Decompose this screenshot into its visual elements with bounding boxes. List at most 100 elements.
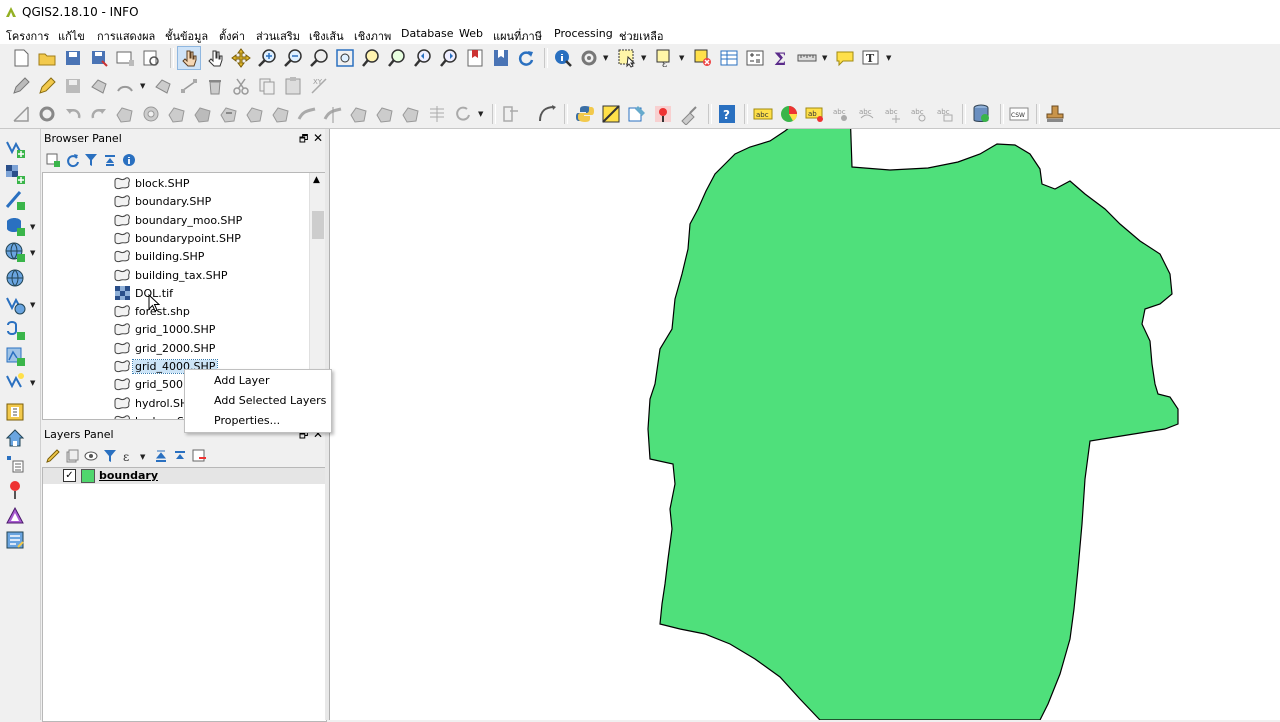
menu-processing[interactable]: Processing xyxy=(554,27,613,40)
add-ring-icon[interactable] xyxy=(140,103,162,125)
digitize-with-segment-icon[interactable]: XY xyxy=(308,75,330,97)
chevron-down-icon[interactable]: ▼ xyxy=(30,223,35,231)
layer-visibility-checkbox[interactable]: ✓ xyxy=(63,469,76,482)
manage-themes-icon[interactable] xyxy=(83,448,99,464)
new-project-icon[interactable] xyxy=(10,47,32,69)
layer-symbol-swatch[interactable] xyxy=(81,469,95,483)
chevron-down-icon[interactable]: ▼ xyxy=(679,54,684,62)
statistical-summary-icon[interactable]: Σ xyxy=(770,47,792,69)
diagram-options-icon[interactable] xyxy=(778,103,800,125)
python-console-icon[interactable] xyxy=(574,103,596,125)
add-selected-layers-menu-item[interactable]: Add Selected Layers xyxy=(214,394,326,407)
zoom-native-icon[interactable] xyxy=(308,47,330,69)
open-field-calculator-icon[interactable] xyxy=(744,47,766,69)
menu-raster[interactable]: เชิงภาพ xyxy=(354,27,391,45)
chevron-down-icon[interactable]: ▼ xyxy=(140,82,145,90)
menu-web[interactable]: Web xyxy=(459,27,483,40)
identify-features-icon[interactable] xyxy=(552,47,574,69)
plugin-tax-map-icon[interactable] xyxy=(4,401,26,423)
chevron-down-icon[interactable]: ▼ xyxy=(603,54,608,62)
zoom-out-icon[interactable] xyxy=(282,47,304,69)
merge-attributes-icon[interactable] xyxy=(400,103,422,125)
text-annotation-icon[interactable]: T xyxy=(860,47,882,69)
boundary-polygon[interactable] xyxy=(647,129,1179,720)
move-label-icon[interactable]: abc xyxy=(882,103,904,125)
tree-item[interactable]: grid_2000.SHP xyxy=(111,339,326,357)
chevron-down-icon[interactable]: ▼ xyxy=(30,379,35,387)
add-spatialite-layer-icon[interactable] xyxy=(4,215,26,237)
tree-item[interactable]: forest.shp xyxy=(111,302,326,320)
refresh-icon[interactable] xyxy=(64,152,80,168)
georeferencer-icon[interactable] xyxy=(600,103,622,125)
close-icon[interactable]: ✕ xyxy=(313,131,323,145)
menu-layer[interactable]: ชั้นข้อมูล xyxy=(165,27,208,45)
reshape-features-icon[interactable] xyxy=(270,103,292,125)
change-label-icon[interactable]: abc xyxy=(934,103,956,125)
remove-layer-icon[interactable] xyxy=(191,448,207,464)
properties-menu-item[interactable]: Properties... xyxy=(214,414,280,427)
layer-item-boundary[interactable]: ✓ boundary xyxy=(43,468,326,484)
split-features-icon[interactable] xyxy=(322,103,344,125)
chevron-down-icon[interactable]: ▼ xyxy=(30,249,35,257)
tree-item[interactable]: grid_1000.SHP xyxy=(111,320,326,338)
delete-ring-icon[interactable] xyxy=(218,103,240,125)
add-wms-layer-icon[interactable] xyxy=(4,241,26,263)
db-manager-icon[interactable] xyxy=(970,103,992,125)
offset-curve-icon[interactable] xyxy=(296,103,318,125)
tree-item[interactable]: boundary_moo.SHP xyxy=(111,211,326,229)
move-feature-icon[interactable] xyxy=(152,75,174,97)
open-project-icon[interactable] xyxy=(36,47,58,69)
new-print-composer-icon[interactable] xyxy=(114,47,136,69)
metasearch-csw-icon[interactable]: CSW xyxy=(1008,103,1030,125)
chevron-down-icon[interactable]: ▼ xyxy=(641,54,646,62)
map-canvas[interactable] xyxy=(330,129,1280,720)
chevron-up-icon[interactable]: ▲ xyxy=(313,175,320,185)
chevron-down-icon[interactable]: ▼ xyxy=(478,110,483,118)
collapse-all-icon[interactable] xyxy=(102,152,118,168)
label-toolbar-icon[interactable]: abc xyxy=(752,103,774,125)
run-feature-action-icon[interactable] xyxy=(578,47,600,69)
tree-item[interactable]: boundarypoint.SHP xyxy=(111,229,326,247)
composer-manager-icon[interactable] xyxy=(140,47,162,69)
select-features-icon[interactable] xyxy=(616,47,638,69)
properties-info-icon[interactable] xyxy=(121,152,137,168)
open-attribute-table-icon[interactable] xyxy=(718,47,740,69)
add-feature-icon[interactable] xyxy=(88,75,110,97)
chevron-down-icon[interactable]: ▼ xyxy=(886,54,891,62)
map-tips-icon[interactable] xyxy=(834,47,856,69)
menu-plugins[interactable]: ส่วนเสริม xyxy=(256,27,300,45)
rotate-label-icon[interactable]: abc xyxy=(908,103,930,125)
save-project-icon[interactable] xyxy=(62,47,84,69)
highlight-pinned-labels-icon[interactable]: ab xyxy=(804,103,826,125)
add-group-icon[interactable] xyxy=(64,448,80,464)
menu-database[interactable]: Database xyxy=(401,27,454,40)
zoom-last-icon[interactable] xyxy=(412,47,434,69)
copy-features-icon[interactable] xyxy=(256,75,278,97)
plugin-house-icon[interactable] xyxy=(4,427,26,449)
undo-icon[interactable] xyxy=(62,103,84,125)
menu-edit[interactable]: แก้ไข xyxy=(58,27,85,45)
pan-to-selection-icon[interactable] xyxy=(230,47,252,69)
plugin-list-icon[interactable] xyxy=(4,453,26,475)
delete-selected-icon[interactable] xyxy=(204,75,226,97)
save-as-icon[interactable] xyxy=(88,47,110,69)
plugin-form-icon[interactable] xyxy=(4,529,26,551)
menu-project[interactable]: โครงการ xyxy=(6,27,49,45)
chevron-down-icon[interactable]: ▼ xyxy=(140,453,145,461)
fill-ring-icon[interactable] xyxy=(192,103,214,125)
new-bookmark-icon[interactable] xyxy=(464,47,486,69)
show-bookmarks-icon[interactable] xyxy=(490,47,512,69)
collapse-all-icon[interactable] xyxy=(172,448,188,464)
touch-zoom-pan-icon[interactable] xyxy=(177,46,201,70)
rotate-point-symbols-icon[interactable] xyxy=(36,103,58,125)
simplify-feature-icon[interactable] xyxy=(114,103,136,125)
scrollbar-thumb[interactable] xyxy=(312,211,324,239)
menu-vector[interactable]: เชิงเส้น xyxy=(309,27,344,45)
tree-item[interactable]: building.SHP xyxy=(111,247,326,265)
filter-legend-icon[interactable] xyxy=(102,448,118,464)
split-parts-icon[interactable] xyxy=(348,103,370,125)
plugin-tool-icon[interactable] xyxy=(678,103,700,125)
add-circular-string-icon[interactable] xyxy=(114,75,136,97)
float-panel-icon[interactable]: 🗗 xyxy=(299,132,308,149)
new-shapefile-layer-icon[interactable] xyxy=(4,371,26,393)
